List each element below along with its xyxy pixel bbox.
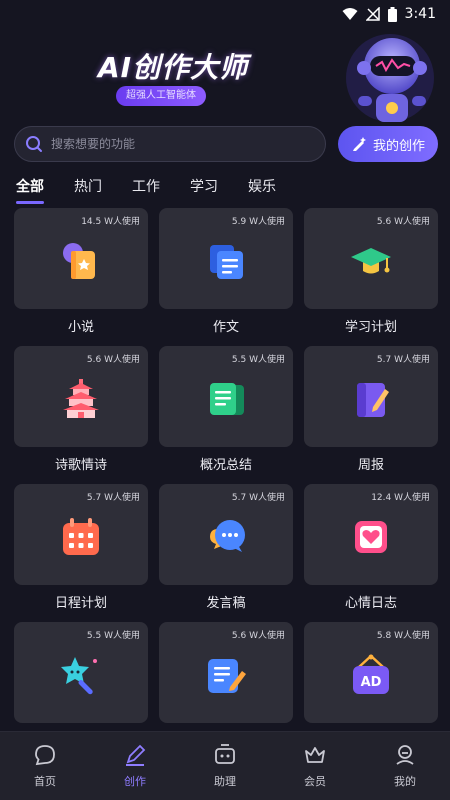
my-create-label: 我的创作 bbox=[372, 138, 425, 154]
feature-card[interactable]: 5.5 W人使用 bbox=[14, 622, 148, 723]
usage-count: 5.6 W人使用 bbox=[86, 355, 140, 365]
magic-wand-icon bbox=[61, 656, 97, 694]
robot-mascot-icon bbox=[346, 34, 434, 122]
feature-card[interactable]: 14.5 W人使用 bbox=[14, 208, 148, 309]
feature-speech[interactable]: 5.7 W人使用 发言稿 bbox=[159, 484, 293, 622]
feature-grid: 14.5 W人使用 小说 5.9 W人使用 作文 5.6 W人使用 学习计划 5… bbox=[14, 208, 438, 760]
wifi-icon bbox=[342, 8, 358, 20]
feature-novel[interactable]: 14.5 W人使用 小说 bbox=[14, 208, 148, 346]
tab-all[interactable]: 全部 bbox=[16, 176, 44, 204]
battery-icon bbox=[387, 6, 397, 22]
nav-label: 助理 bbox=[214, 775, 236, 788]
tab-hot[interactable]: 热门 bbox=[74, 176, 102, 204]
feature-card[interactable]: 5.7 W人使用 bbox=[14, 484, 148, 585]
hero-badge: 超强人工智能体 bbox=[116, 86, 206, 106]
document-icon bbox=[210, 244, 243, 279]
feature-schedule[interactable]: 5.7 W人使用 日程计划 bbox=[14, 484, 148, 622]
hero-banner: AI创作大师 超强人工智能体 bbox=[0, 28, 450, 128]
feature-mood-diary[interactable]: 12.4 W人使用 心情日志 bbox=[304, 484, 438, 622]
feature-label: 诗歌情诗 bbox=[54, 458, 107, 473]
nav-label: 我的 bbox=[394, 775, 416, 788]
chat-bubbles-icon bbox=[210, 519, 245, 552]
usage-count: 5.5 W人使用 bbox=[231, 355, 285, 365]
pen-icon bbox=[126, 744, 146, 766]
nav-home[interactable]: 首页 bbox=[0, 732, 90, 800]
feature-card[interactable]: 5.7 W人使用 bbox=[159, 484, 293, 585]
my-create-button[interactable]: 我的创作 bbox=[338, 126, 438, 162]
feature-label: 小说 bbox=[67, 320, 94, 335]
bottom-nav: 首页 创作 助理 会员 我的 bbox=[0, 731, 450, 800]
status-bar: 3:41 bbox=[0, 0, 450, 28]
book-icon bbox=[63, 242, 95, 279]
nav-member[interactable]: 会员 bbox=[270, 732, 360, 800]
feature-study-plan[interactable]: 5.6 W人使用 学习计划 bbox=[304, 208, 438, 346]
heart-diary-icon bbox=[355, 520, 387, 553]
feature-card[interactable]: 5.8 W人使用 AD bbox=[304, 622, 438, 723]
feature-card[interactable]: 5.9 W人使用 bbox=[159, 208, 293, 309]
search-box[interactable] bbox=[14, 126, 326, 162]
crown-icon bbox=[305, 747, 325, 763]
chat-home-icon bbox=[35, 745, 55, 766]
feature-essay[interactable]: 5.9 W人使用 作文 bbox=[159, 208, 293, 346]
tab-entertainment[interactable]: 娱乐 bbox=[248, 176, 276, 204]
feature-label: 日程计划 bbox=[54, 596, 107, 611]
usage-count: 5.6 W人使用 bbox=[231, 631, 285, 641]
notes-icon bbox=[210, 382, 244, 415]
copywriting-icon bbox=[208, 658, 246, 693]
tab-work[interactable]: 工作 bbox=[132, 176, 160, 204]
feature-card[interactable]: 5.6 W人使用 bbox=[159, 622, 293, 723]
search-row: 我的创作 bbox=[14, 126, 440, 162]
nav-label: 创作 bbox=[124, 775, 146, 788]
feature-summary[interactable]: 5.5 W人使用 概况总结 bbox=[159, 346, 293, 484]
usage-count: 5.7 W人使用 bbox=[231, 493, 285, 503]
feature-label: 作文 bbox=[212, 320, 239, 335]
nav-profile[interactable]: 我的 bbox=[360, 732, 450, 800]
calendar-icon bbox=[63, 517, 99, 555]
no-signal-icon bbox=[365, 7, 380, 21]
category-tabs: 全部 热门 工作 学习 娱乐 bbox=[16, 176, 306, 204]
usage-count: 5.7 W人使用 bbox=[376, 355, 430, 365]
nav-create[interactable]: 创作 bbox=[90, 732, 180, 800]
nav-assistant[interactable]: 助理 bbox=[180, 732, 270, 800]
feature-poetry[interactable]: 5.6 W人使用 诗歌情诗 bbox=[14, 346, 148, 484]
search-icon bbox=[26, 136, 42, 152]
nav-label: 首页 bbox=[34, 775, 56, 788]
tab-study[interactable]: 学习 bbox=[190, 176, 218, 204]
profile-icon bbox=[396, 745, 414, 765]
usage-count: 5.6 W人使用 bbox=[376, 217, 430, 227]
notebook-pen-icon bbox=[357, 382, 389, 417]
feature-label: 学习计划 bbox=[344, 320, 397, 335]
usage-count: 5.5 W人使用 bbox=[86, 631, 140, 641]
status-time: 3:41 bbox=[404, 6, 436, 22]
feature-card[interactable]: 5.6 W人使用 bbox=[14, 346, 148, 447]
nav-label: 会员 bbox=[304, 775, 326, 788]
feature-label: 周报 bbox=[357, 458, 384, 473]
sparkle-pen-icon bbox=[352, 137, 366, 151]
hero-title: AI创作大师 bbox=[98, 51, 249, 84]
feature-card[interactable]: 5.7 W人使用 bbox=[304, 346, 438, 447]
pagoda-icon bbox=[63, 378, 99, 418]
ad-sign-icon: AD bbox=[353, 654, 389, 694]
graduation-cap-icon bbox=[351, 247, 391, 274]
feature-card[interactable]: 5.6 W人使用 bbox=[304, 208, 438, 309]
svg-text:AD: AD bbox=[361, 675, 382, 690]
feature-label: 概况总结 bbox=[199, 458, 252, 473]
search-input[interactable] bbox=[51, 137, 291, 151]
usage-count: 5.8 W人使用 bbox=[376, 631, 430, 641]
feature-card[interactable]: 5.5 W人使用 bbox=[159, 346, 293, 447]
usage-count: 14.5 W人使用 bbox=[81, 217, 140, 227]
usage-count: 5.7 W人使用 bbox=[86, 493, 140, 503]
feature-label: 心情日志 bbox=[344, 596, 397, 611]
usage-count: 12.4 W人使用 bbox=[371, 493, 430, 503]
feature-weekly-report[interactable]: 5.7 W人使用 周报 bbox=[304, 346, 438, 484]
feature-label: 发言稿 bbox=[206, 596, 246, 611]
usage-count: 5.9 W人使用 bbox=[231, 217, 285, 227]
feature-card[interactable]: 12.4 W人使用 bbox=[304, 484, 438, 585]
robot-icon bbox=[215, 744, 235, 764]
